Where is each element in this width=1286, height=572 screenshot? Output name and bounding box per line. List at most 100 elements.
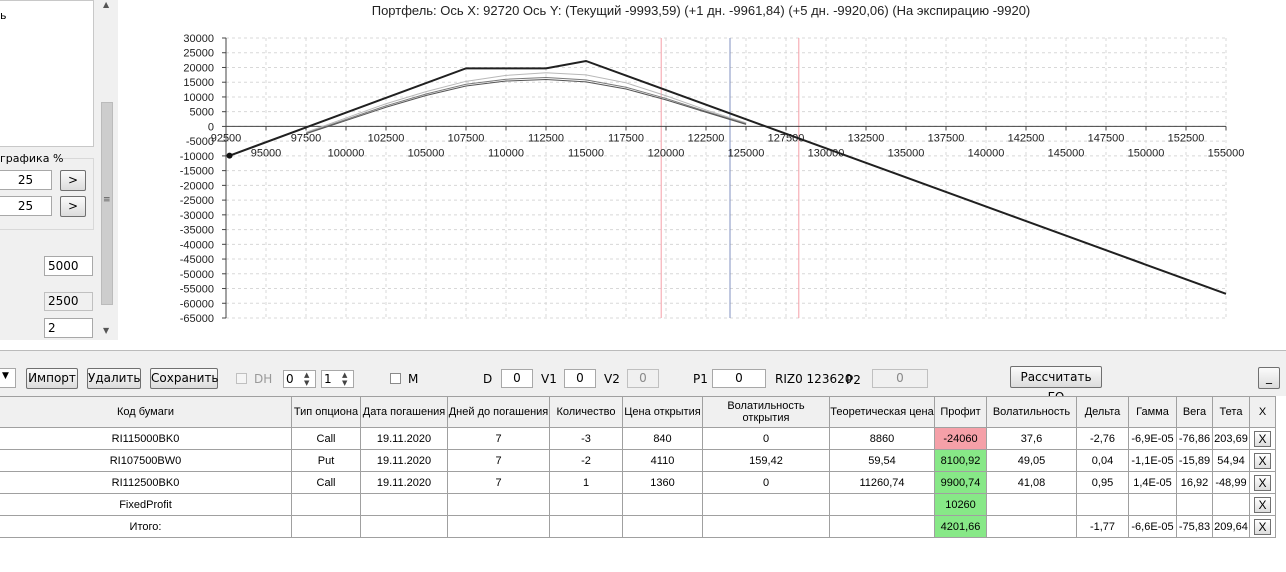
field1-input[interactable]: 5000	[44, 256, 93, 276]
col-header[interactable]: Гамма	[1128, 396, 1177, 428]
cell-theo[interactable]: 8860	[829, 427, 935, 450]
field3-input[interactable]: 2	[44, 318, 93, 338]
cell-price[interactable]: 840	[622, 427, 703, 450]
cell-vol[interactable]: 41,08	[986, 471, 1077, 494]
cell-type[interactable]: Put	[291, 449, 361, 472]
col-header[interactable]: Дней до погашения	[447, 396, 550, 428]
col-header[interactable]: Дельта	[1076, 396, 1129, 428]
v1-input[interactable]: 0	[564, 369, 596, 388]
cell-type[interactable]: Call	[291, 427, 361, 450]
cell-price[interactable]: 1360	[622, 471, 703, 494]
table-row[interactable]: RI115000BK0 Call 19.11.2020 7 -3 840 0 8860 -240…	[0, 427, 1276, 450]
cell-vol-open[interactable]	[702, 493, 830, 516]
cell-qty[interactable]: -2	[549, 449, 623, 472]
remove-row-button[interactable]: X	[1254, 452, 1271, 469]
col-header[interactable]: Цена открытия	[622, 396, 703, 428]
cell-date[interactable]	[360, 493, 448, 516]
cell-price[interactable]: 4110	[622, 449, 703, 472]
cell-profit[interactable]: 4201,66	[934, 515, 987, 538]
col-header[interactable]: Вега	[1176, 396, 1213, 428]
col-header[interactable]: Дата погашения	[360, 396, 448, 428]
cell-type[interactable]: Call	[291, 471, 361, 494]
cell-delta[interactable]: 0,04	[1076, 449, 1129, 472]
col-header[interactable]: Волатильность открытия	[702, 396, 830, 428]
cell-vega[interactable]: 16,92	[1176, 471, 1213, 494]
remove-row-button[interactable]: X	[1254, 496, 1271, 513]
col-header[interactable]: Количество	[549, 396, 623, 428]
col-header[interactable]: Волатильность	[986, 396, 1077, 428]
cell-gamma[interactable]	[1128, 493, 1177, 516]
cell-price[interactable]	[622, 493, 703, 516]
col-header[interactable]: Тета	[1212, 396, 1250, 428]
table-row[interactable]: RI112500BK0 Call 19.11.2020 7 1 1360 0 11260,74…	[0, 471, 1276, 494]
table-row[interactable]: FixedProfit 10260 X	[0, 493, 1276, 516]
cell-code[interactable]: RI107500BW0	[0, 449, 292, 472]
scroll-thumb[interactable]: ≡	[101, 102, 113, 305]
scroll-up-icon[interactable]: ▲	[103, 0, 109, 9]
cell-theo[interactable]: 59,54	[829, 449, 935, 472]
cell-profit[interactable]: 8100,92	[934, 449, 987, 472]
cell-vol[interactable]	[986, 515, 1077, 538]
cell-vega[interactable]: -75,83	[1176, 515, 1213, 538]
remove-row-button[interactable]: X	[1254, 474, 1271, 491]
cell-vol[interactable]	[986, 493, 1077, 516]
table-row[interactable]: Итого: 4201,66 -1,77 -6,6E-05 -75,83 209,64 X	[0, 515, 1276, 538]
cell-theo[interactable]: 11260,74	[829, 471, 935, 494]
cell-vol-open[interactable]	[702, 515, 830, 538]
cell-gamma[interactable]: -6,6E-05	[1128, 515, 1177, 538]
cell-code[interactable]: RI115000BK0	[0, 427, 292, 450]
cell-date[interactable]	[360, 515, 448, 538]
cell-type[interactable]	[291, 493, 361, 516]
d-input[interactable]: 0	[501, 369, 533, 388]
cell-date[interactable]: 19.11.2020	[360, 471, 448, 494]
spin2-next-button[interactable]: >	[60, 196, 86, 217]
spin1-input[interactable]: 25	[0, 170, 52, 190]
scroll-down-icon[interactable]: ▼	[103, 326, 109, 335]
cell-profit[interactable]: -24060	[934, 427, 987, 450]
m-checkbox[interactable]	[390, 373, 401, 384]
cell-theo[interactable]	[829, 493, 935, 516]
cell-delta[interactable]: 0,95	[1076, 471, 1129, 494]
cell-profit[interactable]: 9900,74	[934, 471, 987, 494]
cell-vega[interactable]	[1176, 493, 1213, 516]
cell-vega[interactable]: -15,89	[1176, 449, 1213, 472]
cell-delta[interactable]: -1,77	[1076, 515, 1129, 538]
save-button[interactable]: Сохранить	[150, 368, 219, 389]
cell-code[interactable]: FixedProfit	[0, 493, 292, 516]
p1-input[interactable]: 0	[712, 369, 766, 388]
cell-gamma[interactable]: -6,9E-05	[1128, 427, 1177, 450]
cell-qty[interactable]	[549, 493, 623, 516]
dh-checkbox[interactable]	[236, 373, 247, 384]
cell-gamma[interactable]: 1,4E-05	[1128, 471, 1177, 494]
col-header[interactable]: Код бумаги	[0, 396, 292, 428]
spin-b-input[interactable]: 1	[321, 370, 354, 388]
cell-profit[interactable]: 10260	[934, 493, 987, 516]
spin-b-arrows-icon[interactable]: ▲ ▼	[342, 371, 347, 387]
cell-code[interactable]: Итого:	[0, 515, 292, 538]
cell-qty[interactable]	[549, 515, 623, 538]
spin-a-arrows-icon[interactable]: ▲ ▼	[304, 371, 309, 387]
cell-qty[interactable]: -3	[549, 427, 623, 450]
cell-theta[interactable]: 209,64	[1212, 515, 1250, 538]
table-row[interactable]: RI107500BW0 Put 19.11.2020 7 -2 4110 159,42 59,…	[0, 449, 1276, 472]
cell-theta[interactable]: -48,99	[1212, 471, 1250, 494]
cell-vol[interactable]: 49,05	[986, 449, 1077, 472]
cell-days[interactable]: 7	[447, 427, 550, 450]
spin2-input[interactable]: 25	[0, 196, 52, 216]
cell-vol-open[interactable]: 0	[702, 471, 830, 494]
cell-delta[interactable]: -2,76	[1076, 427, 1129, 450]
cell-vol-open[interactable]: 0	[702, 427, 830, 450]
cell-date[interactable]: 19.11.2020	[360, 427, 448, 450]
portfolio-chart[interactable]: Портфель: Ось X: 92720 Ось Y: (Текущий -…	[118, 0, 1286, 340]
spin-a-input[interactable]: 0	[283, 370, 316, 388]
col-header[interactable]: Профит	[934, 396, 987, 428]
col-header[interactable]: X	[1249, 396, 1276, 428]
cell-type[interactable]	[291, 515, 361, 538]
spin1-next-button[interactable]: >	[60, 170, 86, 191]
minimize-button[interactable]: _	[1258, 367, 1280, 389]
remove-row-button[interactable]: X	[1254, 518, 1271, 535]
cell-qty[interactable]: 1	[549, 471, 623, 494]
delete-button[interactable]: Удалить	[87, 368, 141, 389]
cell-days[interactable]	[447, 493, 550, 516]
cell-days[interactable]	[447, 515, 550, 538]
